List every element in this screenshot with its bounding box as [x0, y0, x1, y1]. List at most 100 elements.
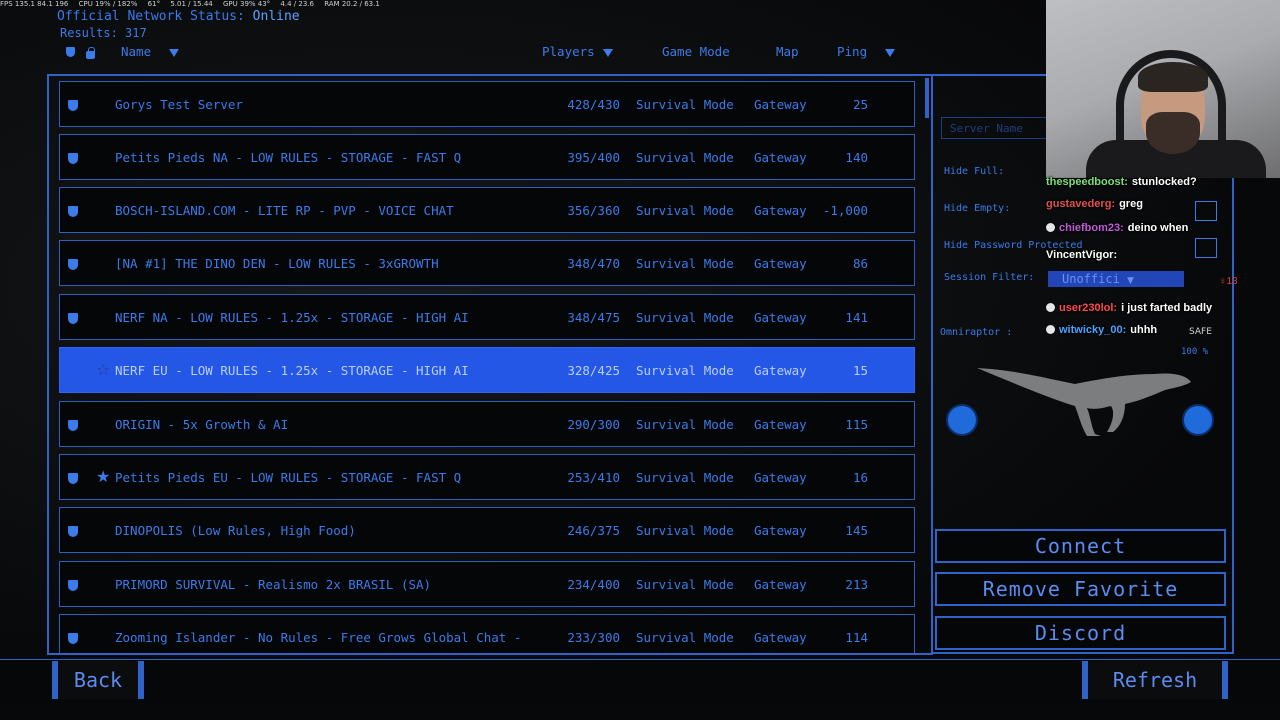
- server-map: Gateway: [754, 310, 807, 325]
- server-name: [NA #1] THE DINO DEN - LOW RULES - 3xGRO…: [115, 256, 439, 271]
- server-players: 290/300: [567, 417, 620, 432]
- back-button[interactable]: Back: [52, 661, 144, 699]
- game-mode-header-label: Game Mode: [662, 44, 730, 59]
- server-row[interactable]: ☆ NERF EU - LOW RULES - 1.25x - STORAGE -…: [59, 347, 915, 393]
- column-header-map[interactable]: Map: [776, 44, 799, 59]
- server-map: Gateway: [754, 523, 807, 538]
- server-name: BOSCH-ISLAND.COM - LITE RP - PVP - VOICE…: [115, 203, 454, 218]
- server-ping: 15: [852, 363, 868, 378]
- favorite-star-icon[interactable]: ★: [96, 467, 110, 486]
- password-sort-header[interactable]: [86, 46, 95, 61]
- chat-message: VincentVigor:: [1046, 249, 1121, 261]
- server-map: Gateway: [754, 470, 807, 485]
- hide-empty-label: Hide Empty:: [944, 203, 1011, 214]
- column-header-name[interactable]: Name: [121, 44, 180, 59]
- chat-username: user230lol:: [1059, 302, 1118, 314]
- server-name: Zooming Islander - No Rules - Free Grows…: [115, 630, 522, 645]
- omniraptor-dino-icon: [977, 368, 1191, 436]
- creature-left-pod-icon: [946, 404, 978, 436]
- server-row[interactable]: ★ Petits Pieds EU - LOW RULES - STORAGE -…: [59, 454, 915, 500]
- server-row[interactable]: Petits Pieds NA - LOW RULES - STORAGE - …: [59, 134, 915, 180]
- official-shield-icon: [68, 259, 78, 270]
- creature-growth: 100 %: [1181, 347, 1209, 357]
- network-status-label: Official Network Status:: [57, 9, 245, 24]
- chat-message: witwicky_00: uhhh: [1046, 324, 1157, 336]
- server-row[interactable]: DINOPOLIS (Low Rules, High Food) 246/375 S…: [59, 507, 915, 553]
- cpu-readout: CPU 19% / 182%: [78, 0, 138, 8]
- creature-right-pod-icon: [1182, 404, 1214, 436]
- server-players: 246/375: [567, 523, 620, 538]
- official-shield-icon: [68, 633, 78, 644]
- chat-message: gustavederg: greg: [1046, 198, 1143, 210]
- chat-message: user230lol: i just farted badly: [1046, 302, 1212, 314]
- column-header-ping[interactable]: Ping: [837, 44, 896, 59]
- lock-icon: [86, 47, 95, 59]
- server-row[interactable]: ORIGIN - 5x Growth & AI 290/300 Survival M…: [59, 401, 915, 447]
- chat-text: stunlocked?: [1131, 176, 1197, 188]
- refresh-button[interactable]: Refresh: [1082, 661, 1228, 699]
- session-filter-dropdown[interactable]: Unoffici ▼: [1048, 271, 1184, 287]
- discord-button[interactable]: Discord: [935, 616, 1226, 650]
- ram-readout: RAM 20.2 / 63.1: [324, 0, 380, 8]
- vram-readout: 4.4 / 23.6: [280, 0, 314, 8]
- chat-username: thespeedboost:: [1046, 176, 1128, 188]
- server-players: 395/400: [567, 150, 620, 165]
- server-name: NERF EU - LOW RULES - 1.25x - STORAGE - …: [115, 363, 469, 378]
- server-row[interactable]: Gorys Test Server 428/430 Survival Mode Gat…: [59, 81, 915, 127]
- server-ping: 145: [845, 523, 868, 538]
- server-row[interactable]: PRIMORD SURVIVAL - Realismo 2x BRASIL (S…: [59, 561, 915, 607]
- server-map: Gateway: [754, 256, 807, 271]
- chat-text: deino when: [1127, 222, 1189, 234]
- official-shield-icon: [68, 153, 78, 164]
- server-ping: 140: [845, 150, 868, 165]
- creature-status: SAFE: [1189, 327, 1212, 337]
- server-game-mode: Survival Mode: [636, 310, 734, 325]
- server-ping: 86: [852, 256, 868, 271]
- server-players: 348/475: [567, 310, 620, 325]
- ping-header-label: Ping: [837, 44, 868, 59]
- gpu-readout: GPU 39% 43°: [223, 0, 271, 8]
- server-map: Gateway: [754, 630, 807, 645]
- server-list-scrollbar[interactable]: [925, 78, 929, 118]
- webcam-overlay: [1046, 0, 1280, 178]
- chevron-down-icon: ▼: [1127, 276, 1134, 286]
- server-map: Gateway: [754, 363, 807, 378]
- hide-password-checkbox[interactable]: [1195, 238, 1217, 258]
- hide-empty-checkbox[interactable]: [1195, 201, 1217, 221]
- session-filter-label: Session Filter:: [944, 272, 1035, 283]
- server-row[interactable]: NERF NA - LOW RULES - 1.25x - STORAGE - …: [59, 294, 915, 340]
- server-name: NERF NA - LOW RULES - 1.25x - STORAGE - …: [115, 310, 469, 325]
- results-label: Results:: [60, 26, 118, 40]
- viewer-count: ♀13: [1219, 276, 1238, 287]
- viewer-count-value: 13: [1226, 276, 1238, 287]
- column-header-game-mode[interactable]: Game Mode: [662, 44, 730, 59]
- map-header-label: Map: [776, 44, 799, 59]
- server-row[interactable]: [NA #1] THE DINO DEN - LOW RULES - 3xGRO…: [59, 240, 915, 286]
- connect-button[interactable]: Connect: [935, 529, 1226, 563]
- sort-down-icon: [885, 48, 896, 57]
- official-sort-header[interactable]: [66, 45, 75, 60]
- favorite-star-icon[interactable]: ☆: [96, 360, 110, 379]
- server-name: Petits Pieds EU - LOW RULES - STORAGE - …: [115, 470, 462, 485]
- server-game-mode: Survival Mode: [636, 417, 734, 432]
- name-header-label: Name: [121, 44, 152, 59]
- server-row[interactable]: Zooming Islander - No Rules - Free Grows…: [59, 614, 915, 653]
- server-row[interactable]: BOSCH-ISLAND.COM - LITE RP - PVP - VOICE…: [59, 187, 915, 233]
- server-list[interactable]: Gorys Test Server 428/430 Survival Mode Gat…: [47, 74, 933, 655]
- chat-badge-icon: [1046, 325, 1055, 334]
- server-map: Gateway: [754, 577, 807, 592]
- server-ping: 213: [845, 577, 868, 592]
- server-name: Gorys Test Server: [115, 97, 243, 112]
- fps-readout: FPS 135.1 84.1 196: [0, 0, 69, 8]
- remove-favorite-button[interactable]: Remove Favorite: [935, 572, 1226, 606]
- network-status-value: Online: [252, 9, 300, 24]
- server-players: 328/425: [567, 363, 620, 378]
- chat-username: witwicky_00:: [1059, 324, 1127, 336]
- server-game-mode: Survival Mode: [636, 150, 734, 165]
- column-header-players[interactable]: Players: [542, 44, 613, 59]
- server-name-search-input[interactable]: Server Name: [941, 117, 1061, 139]
- official-shield-icon: [68, 206, 78, 217]
- server-players: 233/300: [567, 630, 620, 645]
- players-header-label: Players: [542, 44, 595, 59]
- server-ping: 16: [852, 470, 868, 485]
